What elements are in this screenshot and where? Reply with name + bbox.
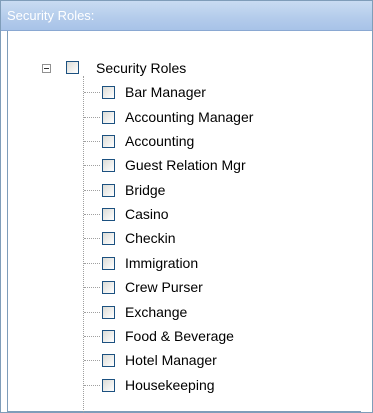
role-checkbox-exchange[interactable] [102, 306, 115, 319]
role-checkbox-accounting-manager[interactable] [102, 111, 115, 124]
role-checkbox-bar-manager[interactable] [102, 86, 115, 99]
tree-branch-line [84, 263, 100, 264]
role-label-crew-purser[interactable]: Crew Purser [125, 279, 203, 295]
role-label-hotel-manager[interactable]: Hotel Manager [125, 352, 217, 368]
role-checkbox-checkin[interactable] [102, 232, 115, 245]
tree-branch-line [84, 238, 100, 239]
tree-branch-line [84, 92, 100, 93]
role-label-immigration[interactable]: Immigration [125, 255, 198, 271]
tree-branch-line [84, 312, 100, 313]
role-checkbox-crew-purser[interactable] [102, 281, 115, 294]
tree-branch-line [84, 214, 100, 215]
role-checkbox-accounting[interactable] [102, 135, 115, 148]
tree-root-label[interactable]: Security Roles [96, 60, 186, 76]
role-checkbox-housekeeping[interactable] [102, 379, 115, 392]
role-label-checkin[interactable]: Checkin [125, 230, 176, 246]
role-label-exchange[interactable]: Exchange [125, 304, 187, 320]
role-checkbox-guest-relation-mgr[interactable] [102, 159, 115, 172]
role-checkbox-hotel-manager[interactable] [102, 354, 115, 367]
role-checkbox-bridge[interactable] [102, 184, 115, 197]
tree-branch-line [84, 336, 100, 337]
role-label-accounting-manager[interactable]: Accounting Manager [125, 109, 253, 125]
role-label-bar-manager[interactable]: Bar Manager [125, 84, 206, 100]
security-roles-panel: Security Roles: Security Roles Bar Manag… [0, 0, 373, 413]
root-checkbox[interactable] [66, 61, 79, 74]
tree-connector-line [83, 76, 84, 412]
tree-branch-line [84, 360, 100, 361]
role-label-food-beverage[interactable]: Food & Beverage [125, 328, 234, 344]
tree-branch-line [84, 141, 100, 142]
role-label-bridge[interactable]: Bridge [125, 182, 165, 198]
role-label-casino[interactable]: Casino [125, 206, 169, 222]
role-checkbox-casino[interactable] [102, 208, 115, 221]
tree-branch-line [84, 287, 100, 288]
tree-branch-line [84, 190, 100, 191]
tree-branch-line [84, 117, 100, 118]
tree-branch-line [84, 165, 100, 166]
role-checkbox-immigration[interactable] [102, 257, 115, 270]
role-label-accounting[interactable]: Accounting [125, 133, 194, 149]
role-label-guest-relation-mgr[interactable]: Guest Relation Mgr [125, 157, 246, 173]
role-checkbox-food-beverage[interactable] [102, 330, 115, 343]
collapse-toggle-icon[interactable] [42, 64, 51, 73]
tree-branch-line [84, 385, 100, 386]
role-label-housekeeping[interactable]: Housekeeping [125, 377, 215, 393]
security-roles-tree: Security Roles Bar Manager Accounting Ma… [1, 1, 372, 412]
